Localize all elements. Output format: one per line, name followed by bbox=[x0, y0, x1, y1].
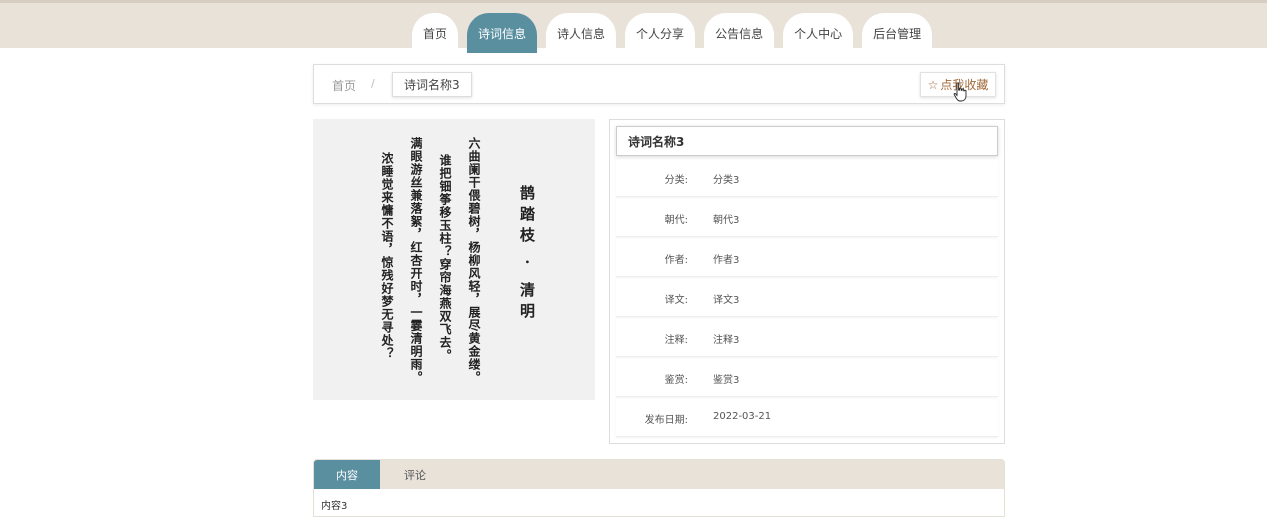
detail-row-publish-date: 发布日期: 2022-03-21 bbox=[616, 397, 998, 437]
poem-image: 鹊踏枝 · 清明 六曲阑干偎碧树，杨柳风轻，展尽黄金缕。 谁把钿筝移玉柱？穿帘海… bbox=[313, 119, 595, 400]
detail-value: 鉴赏3 bbox=[713, 375, 740, 386]
breadcrumb-home-link[interactable]: 首页 bbox=[332, 77, 356, 94]
poem-line: 浓睡觉来慵不语，惊残好梦无寻处？ bbox=[380, 152, 394, 360]
detail-value: 译文3 bbox=[713, 295, 740, 306]
breadcrumb: 首页 / 诗词名称3 ☆ 点我收藏 bbox=[313, 64, 1005, 104]
detail-label: 朝代: bbox=[664, 215, 688, 226]
nav-tab-user-center[interactable]: 个人中心 bbox=[783, 13, 854, 53]
poem-line: 谁把钿筝移玉柱？穿帘海燕双飞去。 bbox=[438, 154, 452, 362]
detail-label: 作者: bbox=[664, 255, 688, 266]
tab-comments[interactable]: 评论 bbox=[382, 460, 448, 489]
detail-row-appreciation: 鉴赏: 鉴赏3 bbox=[616, 357, 998, 397]
main-nav: 首页 诗词信息 诗人信息 个人分享 公告信息 个人中心 后台管理 bbox=[412, 13, 933, 53]
detail-value: 分类3 bbox=[713, 175, 740, 186]
hand-pointer-cursor-icon bbox=[953, 82, 967, 102]
detail-row-author: 作者: 作者3 bbox=[616, 237, 998, 277]
nav-tab-admin[interactable]: 后台管理 bbox=[862, 13, 933, 53]
detail-value: 朝代3 bbox=[713, 215, 740, 226]
poem-line: 六曲阑干偎碧树，杨柳风轻，展尽黄金缕。 bbox=[467, 137, 481, 384]
star-outline-icon: ☆ bbox=[927, 77, 939, 92]
poem-title: 鹊踏枝 · 清明 bbox=[518, 185, 536, 324]
nav-tab-notices[interactable]: 公告信息 bbox=[704, 13, 775, 53]
nav-tab-home[interactable]: 首页 bbox=[412, 13, 459, 53]
detail-title: 诗词名称3 bbox=[616, 126, 998, 156]
breadcrumb-separator: / bbox=[371, 77, 375, 90]
content-tabs: 内容 评论 内容3 bbox=[313, 459, 1005, 517]
detail-label: 鉴赏: bbox=[664, 375, 688, 386]
detail-label: 注释: bbox=[664, 335, 688, 346]
nav-tab-shares[interactable]: 个人分享 bbox=[625, 13, 696, 53]
tabs-header: 内容 评论 bbox=[314, 460, 1004, 489]
detail-value: 作者3 bbox=[713, 255, 740, 266]
detail-row-notes: 注释: 注释3 bbox=[616, 317, 998, 357]
breadcrumb-current: 诗词名称3 bbox=[392, 72, 472, 97]
detail-value: 注释3 bbox=[713, 335, 740, 346]
poem-detail-panel: 诗词名称3 分类: 分类3 朝代: 朝代3 作者: 作者3 译文: 译文3 注释… bbox=[609, 119, 1005, 444]
tab-content-text: 内容3 bbox=[321, 501, 348, 512]
nav-tab-poets[interactable]: 诗人信息 bbox=[546, 13, 617, 53]
poem-line: 满眼游丝兼落絮，红杏开时，一霎清明雨。 bbox=[409, 137, 423, 384]
detail-label: 分类: bbox=[664, 175, 688, 186]
detail-label: 发布日期: bbox=[644, 415, 688, 426]
detail-row-category: 分类: 分类3 bbox=[616, 157, 998, 197]
nav-tab-poems[interactable]: 诗词信息 bbox=[467, 13, 538, 53]
detail-row-dynasty: 朝代: 朝代3 bbox=[616, 197, 998, 237]
detail-row-translation: 译文: 译文3 bbox=[616, 277, 998, 317]
detail-label: 译文: bbox=[664, 295, 688, 306]
top-navigation-bar: 首页 诗词信息 诗人信息 个人分享 公告信息 个人中心 后台管理 bbox=[0, 0, 1267, 53]
detail-value: 2022-03-21 bbox=[713, 411, 772, 422]
tab-content[interactable]: 内容 bbox=[314, 460, 380, 489]
